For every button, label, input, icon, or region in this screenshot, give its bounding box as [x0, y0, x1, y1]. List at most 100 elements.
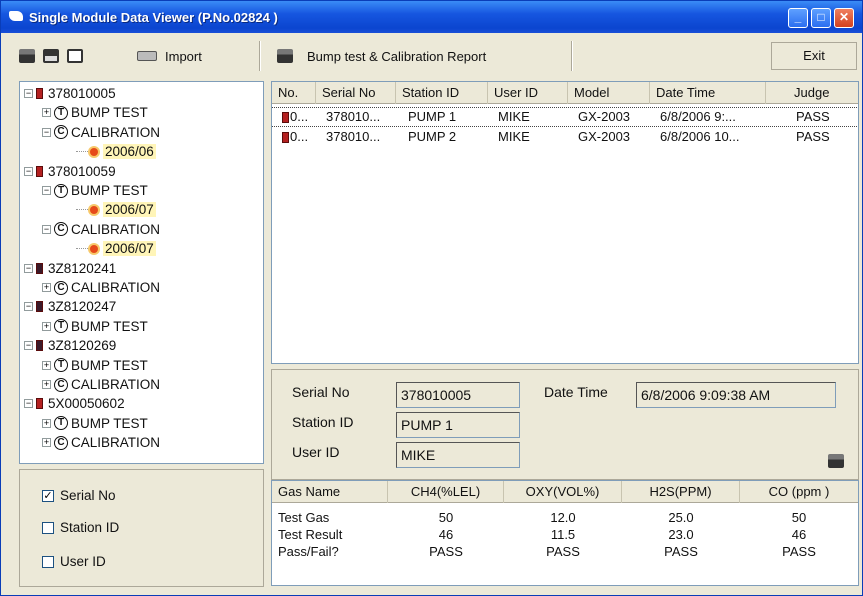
tree-node-label: 378010005 [48, 86, 116, 101]
filter-station-id[interactable]: Station ID [42, 520, 119, 535]
collapse-icon[interactable]: − [24, 302, 33, 312]
tree-node-test[interactable]: + C CALIBRATION [42, 433, 160, 452]
exit-button[interactable]: Exit [771, 42, 857, 70]
tree-node-device[interactable]: − 378010059 [24, 162, 116, 181]
collapse-icon[interactable]: − [24, 263, 33, 273]
tree-node-test[interactable]: − T BUMP TEST [42, 181, 148, 200]
checkbox[interactable] [42, 555, 54, 568]
printer-icon[interactable] [828, 454, 844, 468]
gas-row-label: Pass/Fail? [278, 544, 339, 559]
column-header-date-time[interactable]: Date Time [650, 82, 766, 104]
expand-icon[interactable]: + [42, 283, 51, 292]
collapse-icon[interactable]: − [42, 127, 51, 137]
tree-node-test[interactable]: + C CALIBRATION [42, 375, 160, 394]
cell-serial-no: 378010... [326, 129, 381, 144]
column-header-station-id[interactable]: Station ID [396, 82, 488, 104]
tree-node-label: 3Z8120269 [48, 338, 117, 354]
expand-icon[interactable]: + [42, 418, 51, 428]
clipboard-icon [67, 49, 83, 63]
tree-node-device[interactable]: − 378010005 [24, 84, 116, 103]
record-list[interactable]: No. Serial No Station ID User ID Model D… [271, 81, 859, 364]
checkbox[interactable] [42, 521, 54, 534]
date-time-field: 6/8/2006 9:09:38 AM [636, 382, 836, 408]
collapse-icon[interactable]: − [24, 399, 33, 409]
detail-panel: Serial No 378010005 Date Time 6/8/2006 9… [271, 369, 859, 480]
save-icon [43, 49, 59, 63]
import-icon [137, 51, 157, 61]
device-tree[interactable]: −378010005 + T BUMP TEST − C CALIBRATION 2006/0… [19, 81, 264, 464]
window-title: Single Module Data Viewer (P.No.02824 ) [29, 10, 278, 25]
tree-node-device[interactable]: − 3Z8120247 [24, 297, 116, 316]
expand-icon[interactable]: + [42, 360, 51, 370]
table-row[interactable]: 0... 378010... PUMP 1 MIKE GX-2003 6/8/2… [272, 107, 858, 127]
expand-icon[interactable]: + [42, 438, 51, 448]
tree-node-test[interactable]: + T BUMP TEST [42, 317, 148, 336]
tree-node-test[interactable]: + T BUMP TEST [42, 356, 148, 375]
gas-row-label: Test Gas [278, 510, 330, 525]
column-header-user-id[interactable]: User ID [488, 82, 568, 104]
collapse-icon[interactable]: − [42, 224, 51, 234]
tree-node-label: 5X00050602 [48, 396, 125, 412]
tree-node-device[interactable]: − 5X00050602 [24, 394, 125, 413]
gas-cell: 46 [438, 527, 454, 542]
gas-cell: 25.0 [668, 510, 694, 525]
expand-icon[interactable]: + [42, 380, 51, 389]
collapse-icon[interactable]: − [24, 89, 33, 98]
tree-node-test[interactable]: + C CALIBRATION [42, 278, 160, 297]
expand-icon[interactable]: + [42, 108, 51, 118]
print-button[interactable] [19, 45, 35, 67]
date-time-label: Date Time [544, 384, 608, 400]
tree-node-test[interactable]: − C CALIBRATION [42, 220, 160, 239]
filter-serial-no[interactable]: ✓ Serial No [42, 488, 116, 503]
checkbox[interactable]: ✓ [42, 489, 54, 502]
filter-user-id[interactable]: User ID [42, 554, 106, 569]
tree-connector [76, 209, 88, 211]
device-icon [36, 88, 43, 99]
tree-connector [76, 151, 88, 153]
column-header-model[interactable]: Model [568, 82, 650, 104]
gas-table-header: Gas Name CH4(%LEL) OXY(VOL%) H2S(PPM) CO… [272, 481, 858, 503]
tree-node-label: 2006/07 [103, 202, 156, 218]
clipboard-button[interactable] [67, 45, 83, 67]
save-button[interactable] [43, 45, 59, 67]
expand-icon[interactable]: + [42, 321, 51, 331]
tree-node-label: 378010059 [48, 163, 116, 179]
tree-node-label: CALIBRATION [71, 221, 161, 237]
tree-node-test[interactable]: + T BUMP TEST [42, 414, 148, 433]
tree-node-test[interactable]: + T BUMP TEST [42, 103, 148, 122]
column-header-no[interactable]: No. [272, 82, 316, 104]
cell-station-id: PUMP 1 [408, 109, 457, 124]
collapse-icon[interactable]: − [42, 186, 51, 195]
report-button[interactable]: Bump test & Calibration Report [277, 45, 486, 67]
tree-node-label: 3Z8120247 [48, 299, 117, 315]
collapse-icon[interactable]: − [24, 341, 33, 351]
tree-node-label: 2006/06 [103, 144, 156, 160]
maximize-button[interactable]: □ [811, 8, 831, 28]
cell-no: 0... [290, 129, 309, 144]
tree-node-device[interactable]: − 3Z8120241 [24, 259, 116, 278]
collapse-icon[interactable]: − [24, 166, 33, 176]
gas-cell: 12.0 [550, 510, 576, 525]
table-row[interactable]: 0... 378010... PUMP 2 MIKE GX-2003 6/8/2… [272, 128, 858, 146]
calibration-icon: C [54, 280, 68, 295]
gas-cell: 46 [791, 527, 807, 542]
tree-node-date[interactable]: 2006/07 [76, 200, 156, 219]
cell-model: GX-2003 [578, 129, 631, 144]
import-button[interactable]: Import [137, 45, 202, 67]
tree-node-date[interactable]: 2006/07 [76, 239, 156, 258]
calibration-icon: C [54, 125, 68, 140]
filter-label: Station ID [60, 520, 120, 535]
column-header-serial-no[interactable]: Serial No [316, 82, 396, 104]
tree-node-date[interactable]: 2006/06 [76, 142, 156, 161]
close-button[interactable]: ✕ [834, 8, 854, 28]
tree-node-test[interactable]: − C CALIBRATION [42, 123, 160, 142]
cell-user-id: MIKE [498, 109, 530, 124]
gas-header-oxy: OXY(VOL%) [504, 481, 622, 503]
tree-node-label: BUMP TEST [71, 415, 148, 431]
printer-icon [277, 49, 293, 63]
device-icon [36, 165, 43, 177]
column-header-judge[interactable]: Judge [766, 82, 858, 104]
title-bar[interactable]: Single Module Data Viewer (P.No.02824 ) … [1, 1, 862, 33]
minimize-button[interactable]: _ [788, 8, 808, 28]
tree-node-device[interactable]: − 3Z8120269 [24, 336, 116, 355]
